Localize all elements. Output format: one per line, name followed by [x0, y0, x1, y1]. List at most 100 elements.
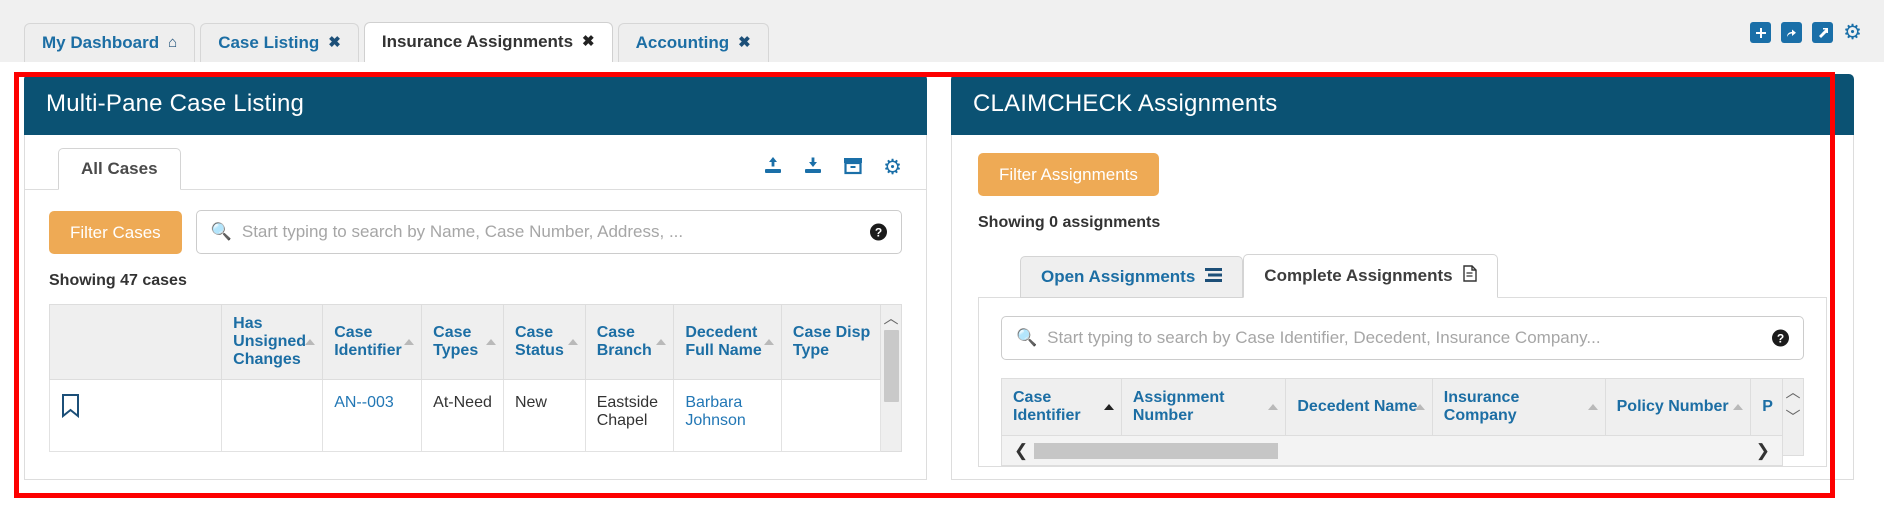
tab-complete-assignments[interactable]: Complete Assignments [1243, 254, 1498, 298]
sort-arrow-icon [305, 339, 316, 345]
col-decedent-full-name[interactable]: Decedent Full Name [673, 304, 782, 380]
scrollbar-thumb[interactable] [883, 330, 899, 402]
list-icon [1205, 267, 1223, 287]
chevron-right-icon[interactable]: ❯ [1750, 442, 1776, 459]
chevron-left-icon[interactable]: ❮ [1008, 442, 1034, 459]
col-policy-number[interactable]: Policy Number [1604, 378, 1752, 436]
cases-table: Has Unsigned Changes Case Identifier Cas… [48, 304, 882, 452]
download-icon[interactable] [803, 156, 823, 179]
col-bookmark[interactable] [48, 304, 223, 380]
col-label: Has Unsigned Changes [233, 315, 307, 368]
assignment-tabs: Open Assignments Complete Assignments [978, 254, 1827, 298]
page-content: Multi-Pane Case Listing All Cases ⚙ Filt… [0, 62, 1884, 510]
external-link-icon[interactable] [1812, 22, 1834, 43]
left-filter-row: Filter Cases 🔍 Start typing to search by… [49, 210, 902, 254]
cases-table-body: AN--003 At-Need New Eastside Chapel Barb… [48, 379, 882, 452]
showing-assignments-count: Showing 0 assignments [978, 214, 1161, 231]
col-label: Assignment Number [1132, 389, 1225, 424]
tab-label: Accounting [635, 33, 730, 52]
document-icon [1462, 265, 1477, 287]
add-icon[interactable] [1750, 22, 1772, 43]
left-pane-inner-body: Filter Cases 🔍 Start typing to search by… [25, 190, 926, 452]
col-label: Case Status [514, 324, 564, 359]
col-case-identifier[interactable]: Case Identifier [1001, 378, 1122, 436]
right-pane-inner-body: Filter Assignments Showing 0 assignments… [952, 135, 1853, 467]
tab-all-cases[interactable]: All Cases [58, 148, 181, 190]
table-row[interactable]: AN--003 At-Need New Eastside Chapel Barb… [48, 379, 882, 452]
home-icon: ⌂ [168, 34, 178, 51]
case-identifier-link[interactable]: AN--003 [334, 394, 394, 411]
assignments-vertical-scrollbar[interactable]: ︿ ﹀ [1783, 378, 1804, 456]
col-insurance-company[interactable]: Insurance Company [1431, 378, 1606, 436]
col-case-status[interactable]: Case Status [502, 304, 586, 380]
col-label: Insurance Company [1443, 389, 1520, 424]
scrollbar-track[interactable] [1034, 442, 1750, 459]
assignments-table: Case Identifier Assignment Number Decede… [1001, 378, 1783, 436]
filter-cases-button[interactable]: Filter Cases [49, 210, 182, 254]
cases-vertical-scrollbar[interactable]: ︿ [881, 304, 902, 452]
chevron-down-icon[interactable]: ﹀ [1785, 404, 1800, 429]
assignments-panel: 🔍 Start typing to search by Case Identif… [978, 298, 1827, 467]
sort-arrow-icon [1103, 404, 1114, 410]
chevron-up-icon[interactable]: ︿ [1785, 379, 1800, 404]
scrollbar-thumb[interactable] [1034, 442, 1278, 459]
col-label: Case Identifier [1013, 389, 1081, 424]
col-label: Case Disp Type [792, 324, 871, 359]
sort-arrow-icon [1733, 404, 1744, 410]
left-pane-toolbar: ⚙ [763, 156, 902, 179]
archive-icon[interactable] [843, 157, 863, 179]
cell-bookmark[interactable] [48, 379, 223, 452]
chevron-up-icon[interactable]: ︿ [883, 305, 898, 330]
showing-cases-count: Showing 47 cases [49, 272, 187, 289]
close-icon[interactable]: ✖ [738, 35, 751, 50]
right-pane-body: Filter Assignments Showing 0 assignments… [951, 135, 1854, 480]
top-action-icons: ⚙ [1750, 22, 1862, 43]
col-has-unsigned-changes[interactable]: Has Unsigned Changes [221, 304, 324, 380]
help-icon[interactable]: ? [1772, 329, 1789, 347]
cell-case-identifier[interactable]: AN--003 [322, 379, 423, 452]
col-partial[interactable]: P [1750, 378, 1783, 436]
tab-open-assignments-label: Open Assignments [1041, 267, 1196, 286]
col-label: Case Identifier [334, 324, 402, 359]
col-case-identifier[interactable]: Case Identifier [322, 304, 423, 380]
tab-open-assignments[interactable]: Open Assignments [1020, 256, 1244, 298]
filter-assignments-button[interactable]: Filter Assignments [978, 153, 1159, 196]
cell-case-branch: Eastside Chapel [584, 379, 675, 452]
tab-insurance-assignments[interactable]: Insurance Assignments ✖ [363, 22, 613, 62]
gear-icon[interactable]: ⚙ [883, 157, 902, 178]
assignments-horizontal-scrollbar[interactable]: ❮ ❯ [1001, 436, 1783, 466]
search-icon: 🔍 [1016, 328, 1038, 347]
assignments-table-head: Case Identifier Assignment Number Decede… [1001, 378, 1783, 436]
tab-strip: My Dashboard ⌂ Case Listing ✖ Insurance … [0, 22, 769, 62]
close-icon[interactable]: ✖ [582, 34, 595, 49]
tab-label: My Dashboard [42, 33, 160, 52]
tab-case-listing[interactable]: Case Listing ✖ [200, 23, 359, 62]
share-icon[interactable] [1781, 22, 1803, 43]
sort-arrow-icon [1268, 404, 1279, 410]
search-icon: 🔍 [210, 222, 232, 241]
settings-gear-icon[interactable]: ⚙ [1843, 22, 1862, 43]
tab-my-dashboard[interactable]: My Dashboard ⌂ [24, 23, 196, 62]
col-case-types[interactable]: Case Types [421, 304, 504, 380]
bookmark-icon[interactable] [61, 394, 80, 423]
cell-decedent-full-name[interactable]: Barbara Johnson [673, 379, 782, 452]
cell-has-unsigned-changes [221, 379, 324, 452]
case-search-input[interactable]: 🔍 Start typing to search by Name, Case N… [195, 210, 902, 254]
close-icon[interactable]: ✖ [328, 35, 341, 50]
decedent-name-link[interactable]: Barbara Johnson [685, 394, 746, 429]
col-case-branch[interactable]: Case Branch [584, 304, 675, 380]
left-pane-body: All Cases ⚙ Filter Cases 🔍 Start typing … [24, 135, 927, 480]
upload-icon[interactable] [763, 156, 783, 179]
tab-all-cases-label: All Cases [81, 159, 158, 178]
col-decedent-name[interactable]: Decedent Name [1285, 378, 1433, 436]
tab-complete-assignments-label: Complete Assignments [1264, 266, 1453, 285]
multi-pane-container: Multi-Pane Case Listing All Cases ⚙ Filt… [24, 74, 1854, 480]
col-assignment-number[interactable]: Assignment Number [1120, 378, 1287, 436]
assignment-search-input[interactable]: 🔍 Start typing to search by Case Identif… [1001, 316, 1804, 360]
assignments-table-wrap: Case Identifier Assignment Number Decede… [1001, 378, 1804, 466]
col-case-disp-type[interactable]: Case Disp Type [780, 304, 882, 380]
help-icon[interactable]: ? [870, 223, 887, 241]
left-pane-title: Multi-Pane Case Listing [24, 74, 927, 135]
col-label: P [1762, 398, 1773, 415]
tab-accounting[interactable]: Accounting ✖ [617, 23, 769, 62]
